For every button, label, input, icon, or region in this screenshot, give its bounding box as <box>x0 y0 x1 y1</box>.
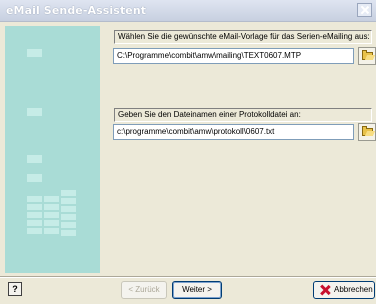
progress-cell <box>61 190 76 196</box>
progress-cell <box>27 220 42 226</box>
window-title: eMail Sende-Assistent <box>6 4 147 17</box>
progress-cell <box>61 230 76 236</box>
logfile-path-field[interactable]: c:\programme\combit\amw\protokoll\0607.t… <box>113 124 354 140</box>
title-bar[interactable]: eMail Sende-Assistent <box>0 0 376 22</box>
step-marker <box>27 108 42 116</box>
step-marker <box>27 49 42 57</box>
browse-template-button[interactable] <box>358 47 376 65</box>
progress-cell <box>61 222 76 228</box>
footer-divider <box>0 276 376 278</box>
progress-cell <box>44 204 59 210</box>
progress-cell <box>61 214 76 220</box>
logfile-label: Geben Sie den Dateinamen einer Protokoll… <box>114 108 372 122</box>
template-label: Wählen Sie die gewünschte eMail-Vorlage … <box>114 30 372 44</box>
next-button[interactable]: Weiter > <box>172 281 222 299</box>
progress-cell <box>27 196 42 202</box>
step-marker <box>27 155 42 163</box>
progress-cell <box>44 196 59 202</box>
cancel-button[interactable]: Abbrechen <box>313 281 375 299</box>
assistant-window: eMail Sende-Assistent Wählen Sie die gew… <box>0 0 376 304</box>
progress-cell <box>44 212 59 218</box>
red-x-icon <box>320 285 330 295</box>
progress-cell <box>61 198 76 204</box>
template-path-field[interactable]: C:\Programme\combit\amw\mailing\TEXT0607… <box>113 48 354 64</box>
cancel-label: Abbrechen <box>334 285 373 294</box>
progress-cell <box>44 228 59 234</box>
browse-logfile-button[interactable] <box>358 123 376 141</box>
progress-cell <box>61 206 76 212</box>
progress-cell <box>44 220 59 226</box>
wizard-content: Wählen Sie die gewünschte eMail-Vorlage … <box>100 26 376 273</box>
folder-open-icon <box>362 50 373 60</box>
wizard-sidebar <box>5 26 100 273</box>
back-button[interactable]: < Zurück <box>121 281 167 299</box>
close-icon[interactable] <box>357 3 372 17</box>
step-marker <box>27 174 42 182</box>
help-button[interactable]: ? <box>8 282 22 296</box>
progress-cell <box>27 228 42 234</box>
progress-cell <box>27 204 42 210</box>
folder-open-icon <box>362 126 373 136</box>
progress-cell <box>27 212 42 218</box>
